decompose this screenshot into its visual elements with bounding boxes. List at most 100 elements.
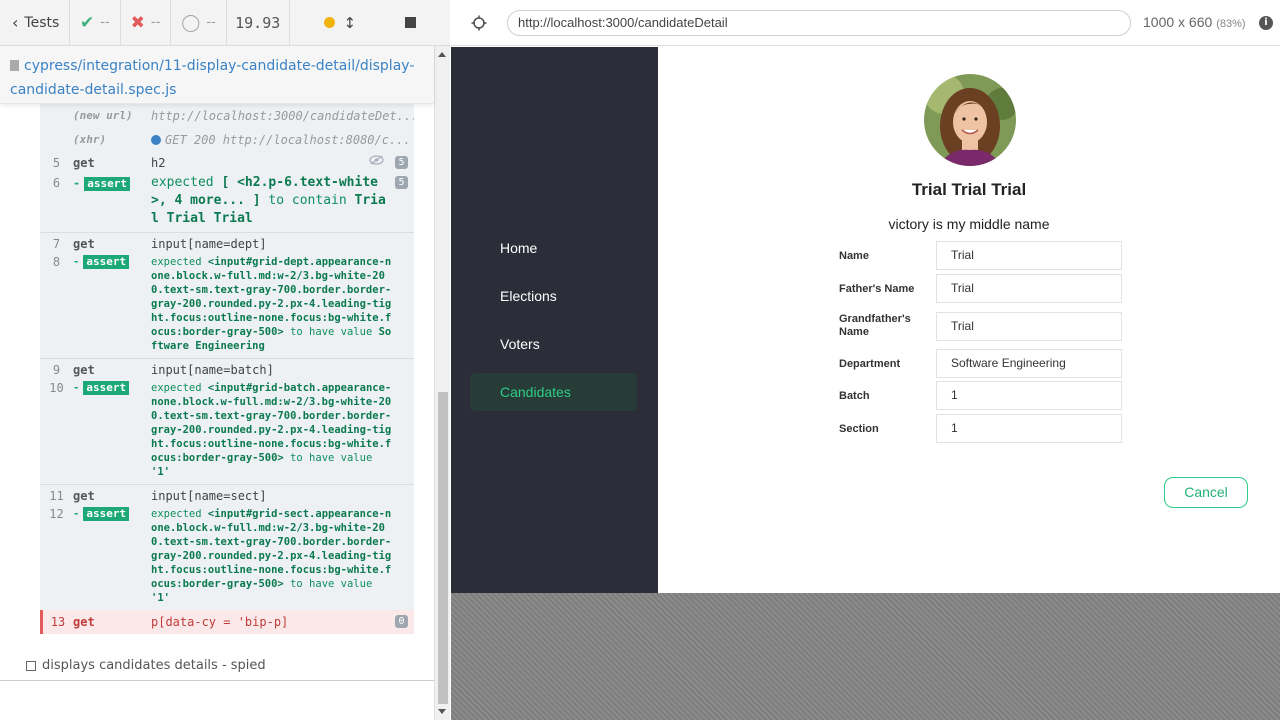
command-row-7[interactable]: 7 get input[name=dept]	[40, 233, 414, 255]
command-method: get	[73, 237, 95, 251]
nav-item-candidates[interactable]: Candidates	[470, 373, 637, 411]
scroll-up-icon[interactable]	[438, 52, 446, 57]
failed-stat: ✖ --	[121, 0, 172, 46]
assert-badge: assert	[83, 507, 130, 521]
element-count-badge: 0	[395, 615, 408, 628]
spec-path-bar[interactable]: cypress/integration/11-display-candidate…	[0, 46, 434, 104]
assert-badge: assert	[84, 177, 130, 191]
command-method: (xhr)	[73, 133, 107, 146]
command-log: (new url) http://localhost:3000/candidat…	[40, 104, 414, 634]
candidate-bio: victory is my middle name	[888, 216, 1050, 232]
grandfather-name-field[interactable]: Trial	[936, 312, 1122, 341]
name-label: Name	[839, 250, 869, 262]
cancel-button[interactable]: Cancel	[1164, 477, 1248, 508]
command-log-scroll[interactable]: (new url) http://localhost:3000/candidat…	[0, 104, 434, 680]
pending-stat: ◯ --	[171, 0, 227, 46]
command-row-13-failed[interactable]: 13 get p[data-cy = 'bip-p] 0	[40, 610, 414, 634]
viewport-scale: (83%)	[1216, 18, 1246, 30]
nav-item-voters[interactable]: Voters	[470, 325, 637, 363]
department-label: Department	[839, 358, 901, 370]
grandfather-name-label: Grandfather's Name	[839, 313, 911, 338]
reporter-footer	[0, 680, 434, 720]
assert-expected: expected	[151, 382, 202, 394]
tests-button[interactable]: ‹ Tests	[0, 0, 70, 46]
aut-header: http://localhost:3000/candidateDetail 10…	[451, 0, 1280, 46]
cypress-runner: ‹ Tests ✔ -- ✖ -- ◯ -- 19.93 ↕ cypress/i…	[0, 0, 1280, 720]
command-number: 5	[52, 156, 61, 170]
aut-app: Home Elections Voters Candidates Trial T…	[451, 47, 1280, 593]
passed-count: --	[100, 15, 110, 30]
command-number: 7	[52, 237, 61, 251]
command-number: 8	[52, 255, 61, 269]
up-down-arrow-icon: ↕	[343, 13, 357, 32]
selector-playground-crosshair-icon[interactable]	[471, 15, 487, 31]
file-icon	[10, 60, 19, 71]
viewport-size: 1000 x 660 (83%)	[1143, 14, 1246, 30]
reporter-header: ‹ Tests ✔ -- ✖ -- ◯ -- 19.93 ↕	[0, 0, 450, 46]
assert-value: '1'	[151, 466, 170, 478]
assert-verb: to contain	[268, 193, 347, 208]
batch-field[interactable]: 1	[936, 381, 1122, 410]
command-number: 11	[49, 489, 64, 503]
assert-expected: expected	[151, 508, 202, 520]
command-message: input[name=dept]	[151, 237, 267, 251]
app-sidebar: Home Elections Voters Candidates	[451, 47, 658, 593]
command-row-5[interactable]: 5 get h2 5	[40, 152, 414, 174]
xhr-row[interactable]: (xhr) GET 200 http://localhost:8080/c...	[40, 128, 414, 152]
command-number: 10	[49, 381, 64, 395]
scroll-down-icon[interactable]	[438, 709, 446, 714]
department-field[interactable]: Software Engineering	[936, 349, 1122, 378]
failed-count: --	[150, 15, 161, 30]
assert-badge: assert	[83, 255, 130, 269]
reporter-panel: ‹ Tests ✔ -- ✖ -- ◯ -- 19.93 ↕ cypress/i…	[0, 0, 450, 720]
command-method: get	[73, 156, 95, 170]
command-number: 13	[50, 615, 66, 629]
command-row-8[interactable]: 8 - assert expected <input#grid-dept.appe…	[40, 255, 414, 358]
command-method: (new url)	[73, 109, 133, 122]
cross-icon: ✖	[130, 12, 145, 33]
command-row-11[interactable]: 11 get input[name=sect]	[40, 485, 414, 507]
command-message: GET 200 http://localhost:8080/c...	[165, 133, 411, 147]
aut-url-field[interactable]: http://localhost:3000/candidateDetail	[507, 10, 1131, 36]
nav-item-home[interactable]: Home	[470, 229, 637, 267]
section-label: Section	[839, 423, 879, 435]
passed-stat: ✔ --	[70, 0, 121, 46]
runner-controls: ↕	[290, 0, 450, 46]
scrollbar-thumb[interactable]	[438, 392, 448, 704]
command-row-9[interactable]: 9 get input[name=batch]	[40, 359, 414, 381]
assert-verb: to have value	[290, 326, 373, 338]
command-row-10[interactable]: 10 - assert expected <input#grid-batch.ap…	[40, 381, 414, 484]
assert-verb: to have value	[290, 578, 373, 590]
assert-expected: expected	[151, 175, 214, 190]
next-test-item[interactable]: displays candidates details - spied	[26, 658, 266, 673]
father-name-field[interactable]: Trial	[936, 274, 1122, 303]
batch-label: Batch	[839, 390, 870, 402]
command-method: get	[73, 615, 95, 629]
tests-label: Tests	[24, 14, 60, 31]
reporter-scrollbar[interactable]	[434, 46, 450, 720]
pending-circle-icon: ◯	[181, 12, 201, 33]
command-message: input[name=sect]	[151, 489, 267, 503]
command-row-6[interactable]: 6 - assert expected [ <h2.p-6.text-white>…	[40, 174, 414, 232]
test-status-checkbox-icon	[26, 660, 36, 671]
eye-slash-icon	[369, 155, 384, 165]
viewport-dimensions: 1000 x 660	[1143, 14, 1213, 30]
section-field[interactable]: 1	[936, 414, 1122, 443]
autoscroll-toggle[interactable]: ↕	[324, 14, 356, 32]
command-message: p[data-cy = 'bip-p]	[151, 615, 289, 629]
command-number: 9	[52, 363, 61, 377]
command-number: 6	[52, 176, 61, 190]
command-method: get	[73, 363, 95, 377]
nav-item-elections[interactable]: Elections	[470, 277, 637, 315]
candidate-avatar	[924, 74, 1016, 166]
candidate-detail: Trial Trial Trial victory is my middle n…	[658, 47, 1280, 593]
name-field[interactable]: Trial	[936, 241, 1122, 270]
candidate-photo	[924, 74, 1016, 166]
new-url-row[interactable]: (new url) http://localhost:3000/candidat…	[40, 104, 414, 128]
stop-icon[interactable]	[404, 17, 416, 28]
assert-value: '1'	[151, 592, 170, 604]
command-row-12[interactable]: 12 - assert expected <input#grid-sect.app…	[40, 507, 414, 610]
assert-expected: expected	[151, 256, 202, 268]
info-icon[interactable]: i	[1259, 16, 1273, 30]
next-test-title: displays candidates details - spied	[42, 658, 266, 673]
